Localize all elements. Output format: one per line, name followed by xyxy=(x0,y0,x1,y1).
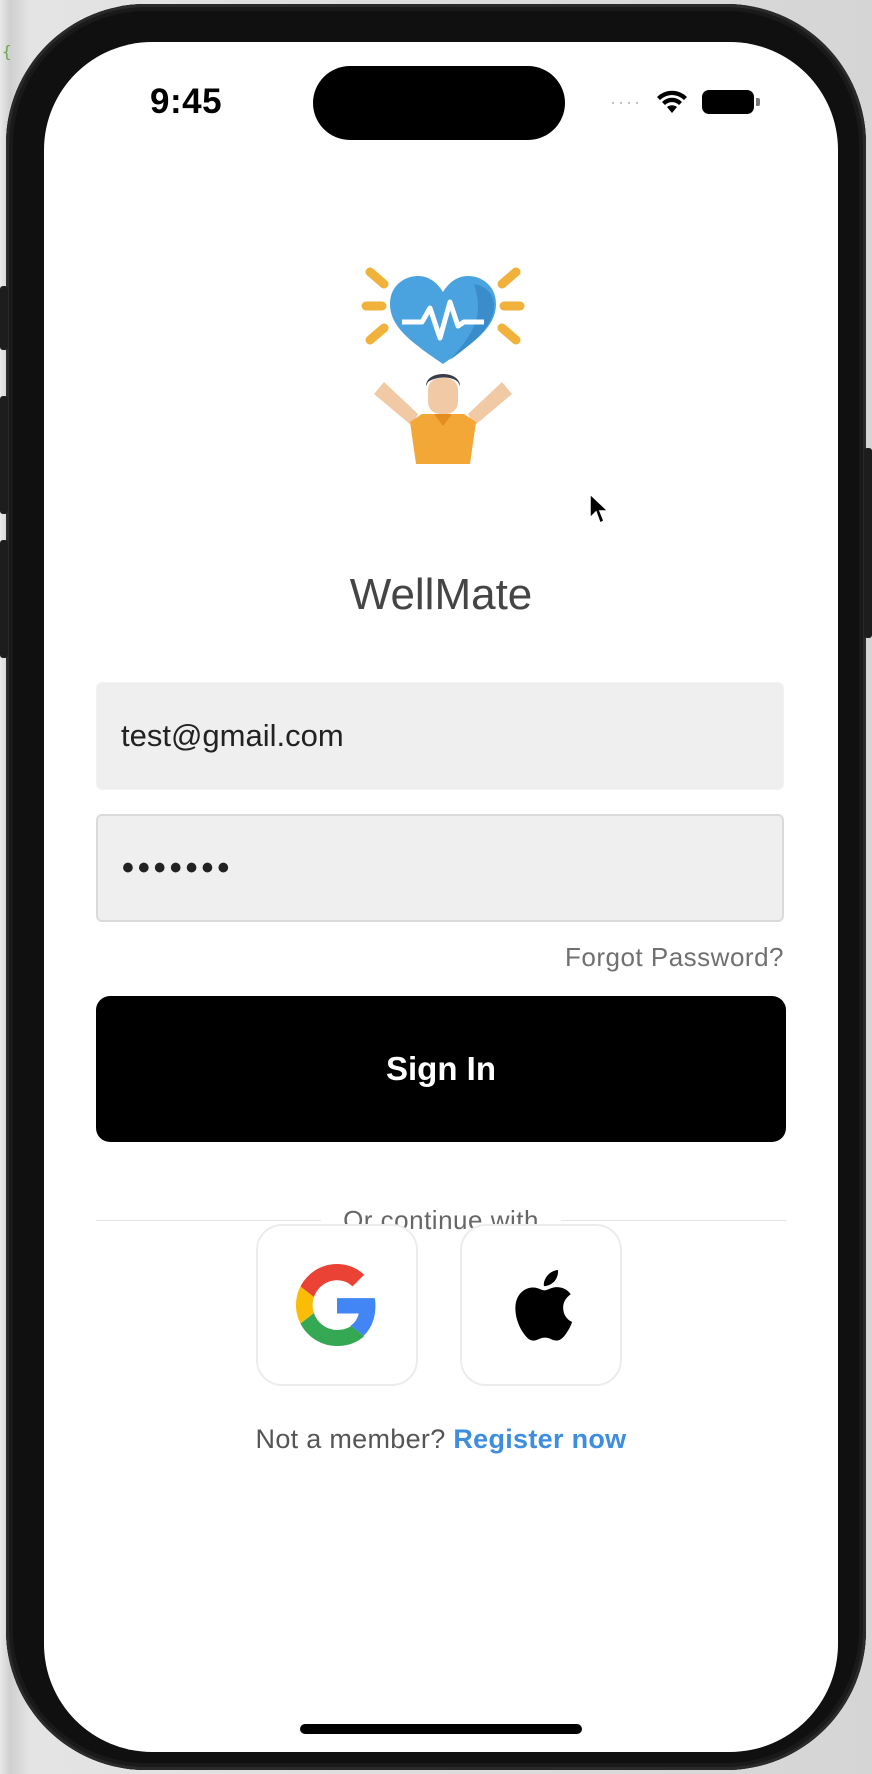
volume-up-button xyxy=(0,396,8,514)
desktop-background: { 9:45 ···· WellMate test@gmail.com ••••… xyxy=(0,0,872,1774)
status-time: 9:45 xyxy=(150,82,223,121)
divider-line-left xyxy=(96,1219,322,1221)
mouse-cursor-icon xyxy=(589,492,610,525)
email-field[interactable]: test@gmail.com xyxy=(96,682,784,790)
password-value: ••••••• xyxy=(122,848,234,887)
email-value: test@gmail.com xyxy=(121,718,344,753)
google-icon xyxy=(296,1264,376,1346)
status-icons: ···· xyxy=(610,84,760,120)
forgot-password-link[interactable]: Forgot Password? xyxy=(565,942,784,973)
editor-fragment: { xyxy=(2,42,12,61)
divider-line-right xyxy=(560,1219,786,1221)
sign-in-button[interactable]: Sign In xyxy=(96,996,786,1142)
battery-icon xyxy=(701,90,760,114)
action-button xyxy=(0,286,8,350)
heart-person-icon xyxy=(361,267,525,464)
dynamic-island xyxy=(313,66,565,140)
register-row: Not a member? Register now xyxy=(44,1424,838,1455)
apple-icon xyxy=(515,1270,573,1341)
password-field[interactable]: ••••••• xyxy=(96,814,784,922)
register-prompt: Not a member? xyxy=(255,1424,446,1454)
home-indicator[interactable] xyxy=(300,1724,582,1734)
power-button xyxy=(864,448,872,638)
wifi-icon xyxy=(656,90,687,113)
signal-dots-icon: ···· xyxy=(610,91,642,112)
register-now-link[interactable]: Register now xyxy=(453,1424,626,1454)
google-sign-in-button[interactable] xyxy=(256,1224,418,1386)
app-screen: 9:45 ···· WellMate test@gmail.com ••••••… xyxy=(44,42,838,1752)
apple-sign-in-button[interactable] xyxy=(460,1224,622,1386)
app-title: WellMate xyxy=(349,570,533,619)
iphone-frame: 9:45 ···· WellMate test@gmail.com ••••••… xyxy=(0,4,872,1770)
volume-down-button xyxy=(0,540,8,658)
social-divider: Or continue with xyxy=(96,1200,786,1240)
